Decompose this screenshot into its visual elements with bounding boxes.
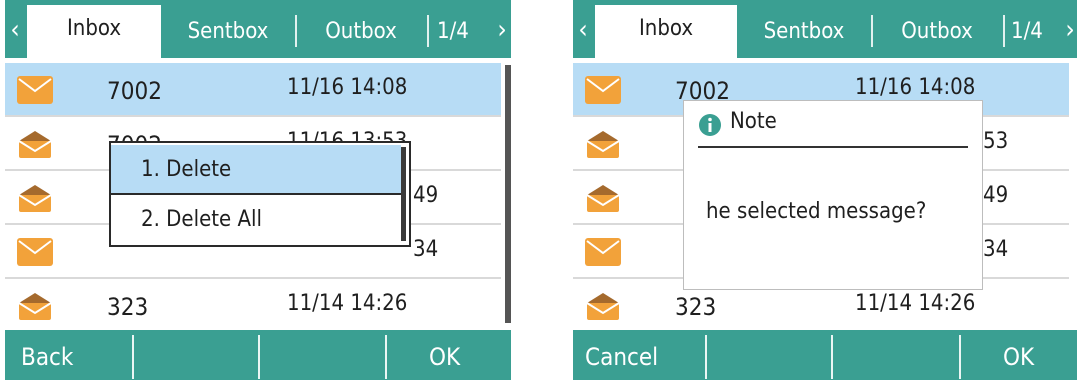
message-row[interactable]: 7002 11/16 14:08: [5, 63, 501, 117]
message-time: 11/16 14:08: [287, 75, 408, 100]
tab-bar: ‹ Inbox Sentbox Outbox 1/4 ›: [5, 0, 511, 58]
softkey-bar: Back OK: [5, 330, 511, 380]
message-time: 34: [413, 237, 439, 262]
tab-inbox[interactable]: Inbox: [27, 5, 161, 58]
softkey-divider: [385, 335, 387, 379]
message-sender: 7002: [107, 77, 162, 105]
menu-item-delete-all[interactable]: 2. Delete All: [111, 195, 401, 245]
message-time: 49: [983, 183, 1009, 208]
message-row[interactable]: 323 11/14 14:26: [5, 279, 501, 333]
envelope-unread-icon: [17, 238, 53, 266]
tab-sentbox[interactable]: Sentbox: [163, 8, 293, 58]
tab-prev-arrow-icon[interactable]: ‹: [5, 8, 25, 54]
message-time: 53: [983, 129, 1009, 154]
dialog-title: Note: [730, 109, 777, 134]
phone-screen-right: ‹ Inbox Sentbox Outbox 1/4 › 7002 11/16 …: [573, 0, 1077, 380]
envelope-read-icon: [586, 131, 620, 158]
envelope-unread-icon: [585, 76, 621, 104]
back-button[interactable]: Back: [21, 330, 73, 380]
softkey-divider: [258, 335, 260, 379]
note-dialog: Note he selected message?: [683, 100, 983, 290]
message-time: 34: [983, 237, 1009, 262]
tab-bar: ‹ Inbox Sentbox Outbox 1/4 ›: [573, 0, 1077, 58]
tab-next-arrow-icon[interactable]: ›: [1061, 8, 1077, 54]
softkey-divider: [132, 335, 134, 379]
tab-next-arrow-icon[interactable]: ›: [493, 8, 511, 54]
envelope-unread-icon: [17, 76, 53, 104]
dialog-message: he selected message?: [706, 199, 927, 224]
softkey-divider: [831, 335, 833, 379]
envelope-read-icon: [18, 185, 52, 212]
softkey-divider: [959, 335, 961, 379]
info-icon: [699, 114, 721, 136]
envelope-read-icon: [586, 293, 620, 320]
tab-sentbox[interactable]: Sentbox: [739, 8, 869, 58]
ok-button[interactable]: OK: [1003, 330, 1034, 380]
message-sender: 323: [107, 293, 149, 321]
tab-outbox[interactable]: Outbox: [297, 8, 425, 58]
envelope-read-icon: [18, 293, 52, 320]
ok-button[interactable]: OK: [429, 330, 460, 380]
options-menu: 1. Delete 2. Delete All: [109, 141, 411, 247]
softkey-bar: Cancel OK: [573, 330, 1077, 380]
tab-divider: [1003, 15, 1005, 47]
message-time: 49: [413, 183, 439, 208]
envelope-read-icon: [586, 185, 620, 212]
tab-outbox[interactable]: Outbox: [873, 8, 1001, 58]
page-indicator: 1/4: [437, 19, 469, 44]
menu-item-delete[interactable]: 1. Delete: [111, 145, 401, 195]
cancel-button[interactable]: Cancel: [585, 330, 658, 380]
tab-prev-arrow-icon[interactable]: ‹: [573, 8, 593, 54]
tab-divider: [427, 15, 429, 47]
menu-scrollbar[interactable]: [401, 147, 406, 241]
envelope-unread-icon: [585, 238, 621, 266]
phone-screen-left: ‹ Inbox Sentbox Outbox 1/4 › 7002 11/16 …: [5, 0, 511, 380]
message-time: 11/14 14:26: [287, 291, 408, 316]
tab-inbox[interactable]: Inbox: [595, 5, 737, 58]
envelope-read-icon: [18, 131, 52, 158]
page-indicator: 1/4: [1011, 19, 1043, 44]
softkey-divider: [705, 335, 707, 379]
list-scrollbar[interactable]: [505, 65, 511, 323]
dialog-divider: [698, 146, 968, 148]
